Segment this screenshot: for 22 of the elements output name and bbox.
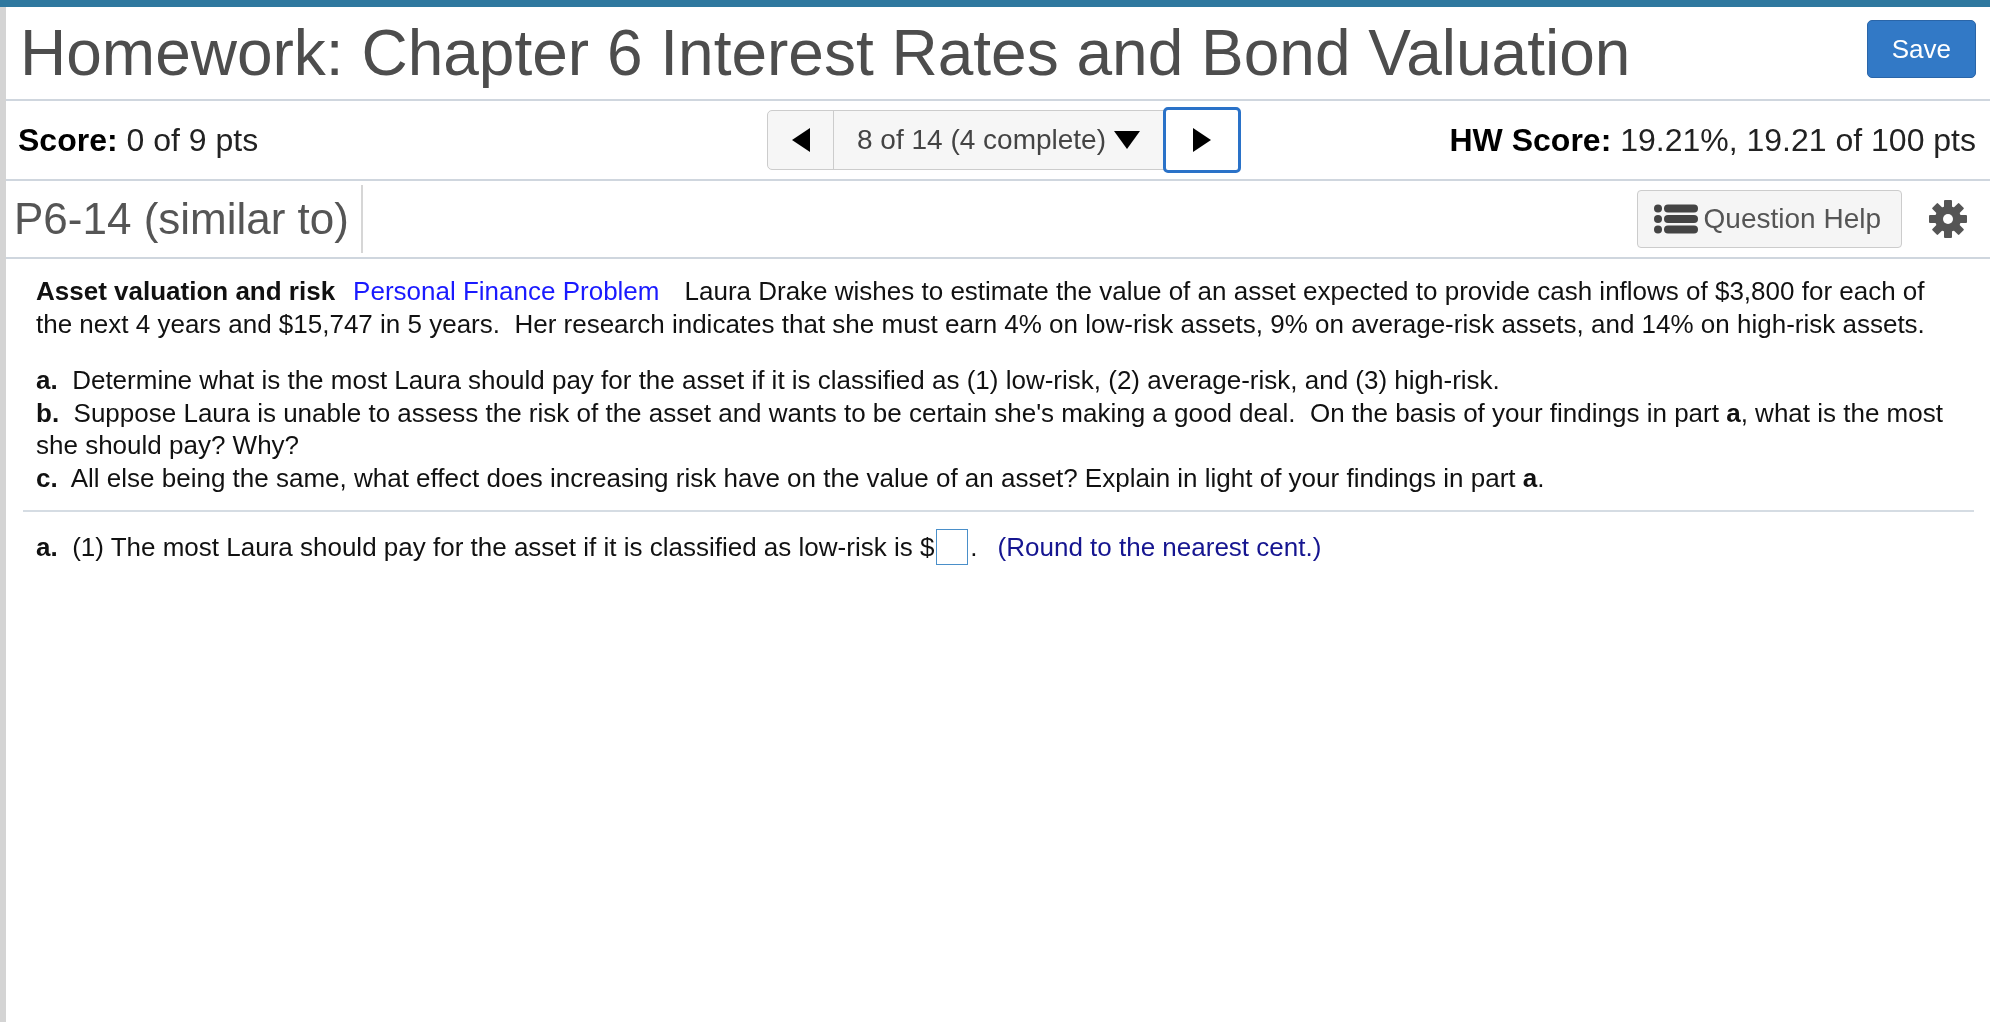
- settings-icon[interactable]: [1928, 199, 1968, 239]
- triangle-left-icon: [791, 128, 810, 152]
- question-help-button[interactable]: Question Help: [1636, 190, 1902, 248]
- triangle-right-icon: [1193, 128, 1211, 152]
- list-icon: [1653, 204, 1698, 234]
- caret-down-icon: [1114, 131, 1140, 149]
- question-part: c. All else being the same, what effect does increasing risk have on the value of an asset? Explain in light of your findings in part a.: [36, 461, 1546, 494]
- category-link[interactable]: Personal Finance Problem: [353, 276, 660, 306]
- hw-score-text: HW Score: 19.21%, 19.21 of 100 pts: [1449, 121, 1976, 159]
- problem-statement: Asset valuation and risk Personal Finance Problem Laura Drake wishes to estimate the value of an asset expected to provide cash inflows of $3,800 for each of the next 4 years and $15,747 in 5 years. Her research indicates that she must earn 4% on low-risk assets, 9% on average-risk assets, and 14% on high-risk assets.: [36, 275, 1926, 340]
- page-title: Homework: Chapter 6 Interest Rates and Bond Valuation: [20, 17, 1631, 89]
- question-part: b. Suppose Laura is unable to assess the risk of the asset and wants to be certain she's making a good deal. On the basis of your findings in part a, what is the most she should pay? Why?: [36, 396, 1944, 462]
- question-id: P6-14 (similar to): [14, 194, 349, 244]
- rounding-hint: (Round to the nearest cent.): [997, 531, 1322, 563]
- answer-period: .: [970, 531, 978, 563]
- next-button[interactable]: [1163, 107, 1241, 173]
- answer-box[interactable]: [936, 529, 969, 565]
- question-dropdown[interactable]: 8 of 14 (4 complete): [834, 111, 1163, 169]
- answer-prompt: a. (1) The most Laura should pay for the asset if it is classified as low-risk is $: [36, 531, 935, 563]
- score-text: Score: 0 of 9 pts: [18, 121, 259, 159]
- save-button[interactable]: Save: [1866, 20, 1976, 78]
- question-part: a. Determine what is the most Laura should pay for the asset if it is classified as (1) low-risk, (2) average-risk, and (3) high-risk.: [36, 364, 1501, 397]
